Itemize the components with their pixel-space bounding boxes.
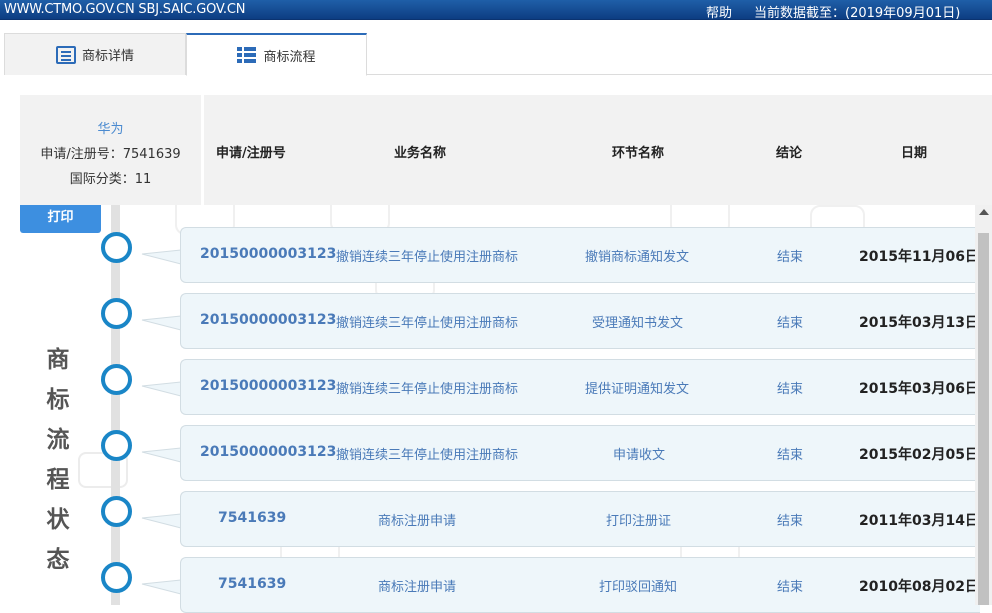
cell-business: 撤销连续三年停止使用注册商标 xyxy=(336,250,519,265)
side-title-char: 流 xyxy=(46,427,70,453)
table-header: 申请/注册号 业务名称 环节名称 结论 日期 xyxy=(204,95,992,205)
vertical-scrollbar[interactable] xyxy=(975,205,992,605)
top-bar: WWW.CTMO.GOV.CN SBJ.SAIC.GOV.CN 帮助 当前数据截… xyxy=(0,0,992,21)
tab-trademark-details[interactable]: 商标详情 xyxy=(4,33,186,75)
cell-number: 20150000003123 xyxy=(200,378,337,394)
print-button[interactable]: 打印 xyxy=(20,205,101,233)
cell-date: 2015年02月05日 xyxy=(859,447,979,463)
timeline-node xyxy=(101,562,132,593)
cell-date: 2015年11月06日 xyxy=(859,249,979,265)
international-class: 国际分类：11 xyxy=(69,172,152,187)
side-title-char: 商 xyxy=(46,347,70,373)
cell-step: 受理通知书发文 xyxy=(592,316,684,331)
trademark-info-panel: 华为 申请/注册号：7541639 国际分类：11 xyxy=(20,95,201,205)
column-header-date: 日期 xyxy=(901,146,928,161)
timeline-node xyxy=(101,298,132,329)
row-pointer xyxy=(141,381,182,397)
cell-business: 撤销连续三年停止使用注册商标 xyxy=(336,316,519,331)
timeline-node xyxy=(101,364,132,395)
timeline-node xyxy=(101,430,132,461)
scrollbar-thumb[interactable] xyxy=(978,233,989,605)
cell-business: 商标注册申请 xyxy=(378,514,457,529)
row-pointer xyxy=(141,513,182,529)
cell-result: 结束 xyxy=(777,382,804,397)
cell-step: 申请收文 xyxy=(613,448,666,463)
cell-date: 2015年03月06日 xyxy=(859,381,979,397)
scroll-up-arrow-icon[interactable] xyxy=(979,209,989,215)
cell-business: 商标注册申请 xyxy=(378,580,457,595)
cell-date: 2011年03月14日 xyxy=(859,513,979,529)
cell-result: 结束 xyxy=(777,448,804,463)
registration-number: 申请/注册号：7541639 xyxy=(40,147,181,162)
tab-label: 商标详情 xyxy=(81,49,134,64)
trademark-name[interactable]: 华为 xyxy=(20,117,201,142)
cell-step: 撤销商标通知发文 xyxy=(585,250,690,265)
cell-number: 20150000003123 xyxy=(200,444,337,460)
column-header-result: 结论 xyxy=(776,146,803,161)
cell-number: 20150000003123 xyxy=(200,312,337,328)
document-icon xyxy=(55,45,76,64)
cell-business: 撤销连续三年停止使用注册商标 xyxy=(336,382,519,397)
table-row[interactable]: 20150000003123 撤销连续三年停止使用注册商标 提供证明通知发文 结… xyxy=(180,359,980,415)
column-header-number: 申请/注册号 xyxy=(216,146,286,161)
table-row[interactable]: 20150000003123 撤销连续三年停止使用注册商标 撤销商标通知发文 结… xyxy=(180,227,980,283)
side-title: 商 标 流 程 状 态 xyxy=(44,340,72,580)
row-pointer xyxy=(141,447,182,463)
site-url: WWW.CTMO.GOV.CN SBJ.SAIC.GOV.CN xyxy=(4,2,246,17)
side-title-char: 状 xyxy=(46,507,70,533)
row-pointer xyxy=(141,579,182,595)
side-title-char: 态 xyxy=(46,547,70,573)
cell-step: 打印注册证 xyxy=(606,514,672,529)
table-row[interactable]: 7541639 商标注册申请 打印注册证 结束 2011年03月14日 xyxy=(180,491,980,547)
timeline-node xyxy=(101,232,132,263)
table-row[interactable]: 20150000003123 撤销连续三年停止使用注册商标 受理通知书发文 结束… xyxy=(180,293,980,349)
row-pointer xyxy=(141,249,182,265)
tab-trademark-process[interactable]: 商标流程 xyxy=(186,33,367,76)
cell-number: 20150000003123 xyxy=(200,246,337,262)
cell-date: 2015年03月13日 xyxy=(859,315,979,331)
cell-step: 提供证明通知发文 xyxy=(585,382,690,397)
data-date: 当前数据截至：(2019年09月01日) xyxy=(754,6,961,21)
column-header-business: 业务名称 xyxy=(394,146,447,161)
cell-number: 7541639 xyxy=(218,510,287,526)
side-title-char: 程 xyxy=(46,467,70,493)
cell-result: 结束 xyxy=(777,316,804,331)
side-title-char: 标 xyxy=(46,387,70,413)
tab-label: 商标流程 xyxy=(263,49,316,65)
cell-date: 2010年08月02日 xyxy=(859,579,979,595)
tab-bar: 商标详情 商标流程 xyxy=(4,33,992,76)
cell-number: 7541639 xyxy=(218,576,287,592)
row-pointer xyxy=(141,315,182,331)
list-icon xyxy=(237,46,257,64)
cell-result: 结束 xyxy=(777,250,804,265)
cell-business: 撤销连续三年停止使用注册商标 xyxy=(336,448,519,463)
column-header-step: 环节名称 xyxy=(612,146,665,161)
table-row[interactable]: 20150000003123 撤销连续三年停止使用注册商标 申请收文 结束 20… xyxy=(180,425,980,481)
cell-result: 结束 xyxy=(777,580,804,595)
help-link[interactable]: 帮助 xyxy=(706,2,732,21)
cell-result: 结束 xyxy=(777,514,804,529)
timeline-line xyxy=(111,205,120,605)
cell-step: 打印驳回通知 xyxy=(599,580,678,595)
timeline-node xyxy=(101,496,132,527)
